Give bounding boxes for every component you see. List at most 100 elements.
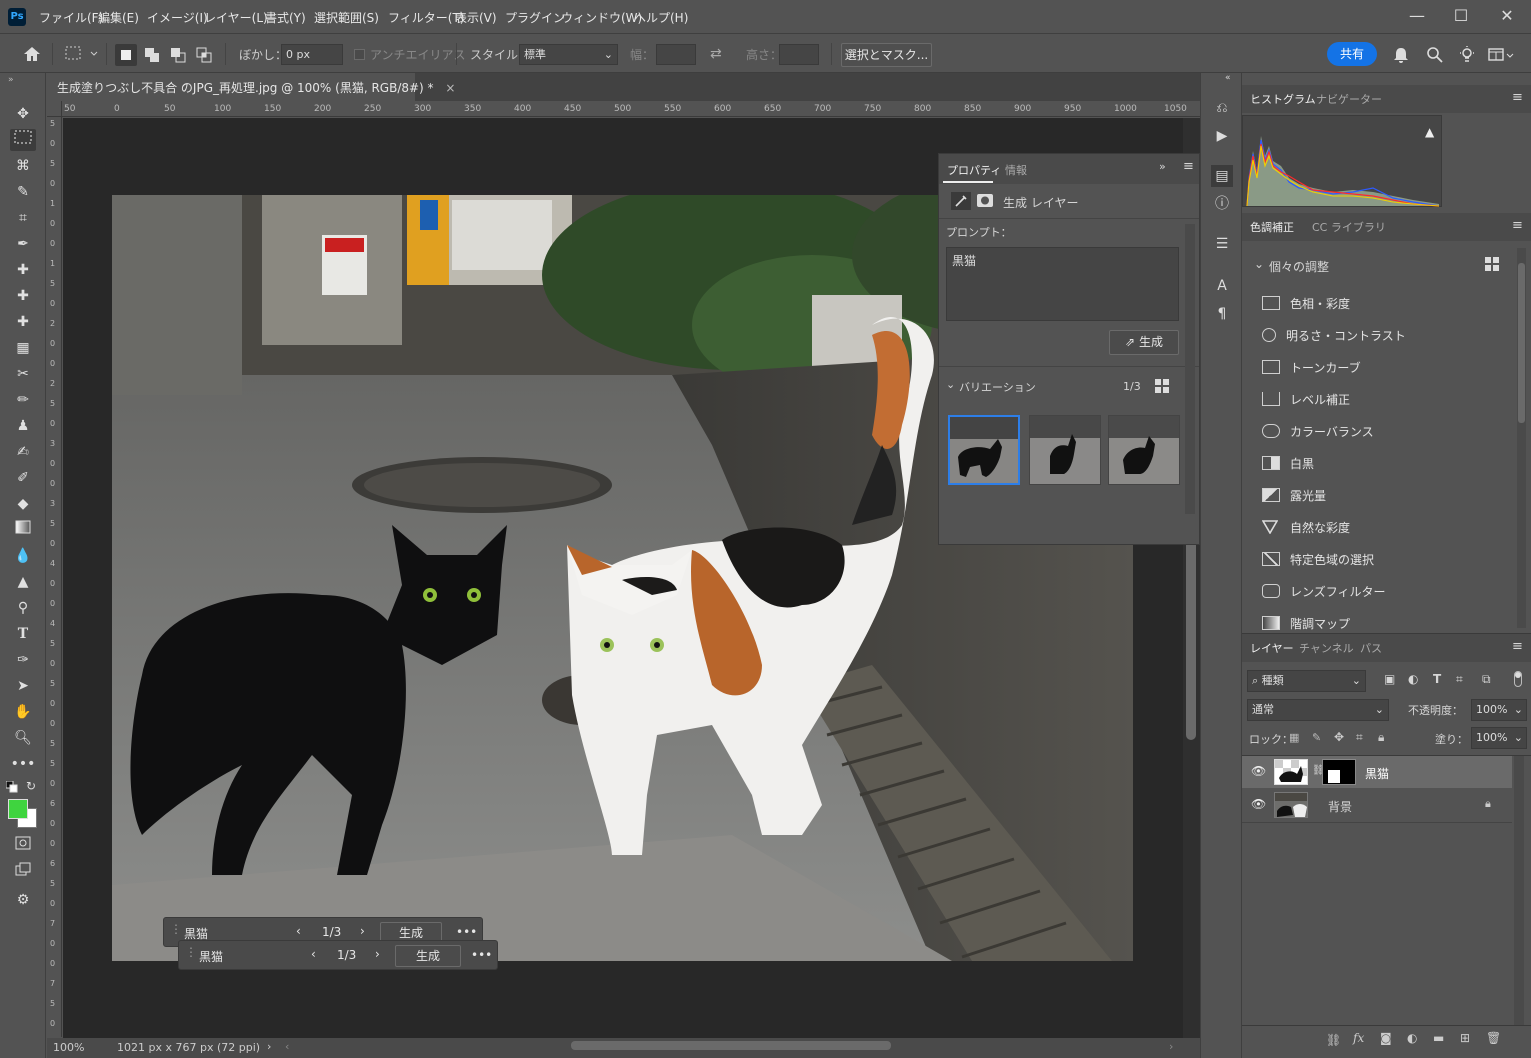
delete-layer-icon[interactable]: 🗑︎ [1486, 1031, 1501, 1045]
adjust-exposure[interactable]: 露光量 [1262, 487, 1326, 511]
sharpen-tool-icon[interactable]: ▲ [10, 571, 36, 593]
patch-tool-icon[interactable]: ✚ [10, 311, 36, 333]
lock-image-icon[interactable]: ✎ [1312, 731, 1321, 744]
previous-variation-icon[interactable]: ‹ [311, 947, 316, 961]
filter-toggle[interactable] [1514, 671, 1522, 687]
adjust-black-white[interactable]: 白黒 [1262, 455, 1314, 479]
panel-menu-icon[interactable]: ≡ [1512, 218, 1523, 233]
panel-menu-icon[interactable]: ≡ [1512, 639, 1523, 654]
maximize-button[interactable]: ☐ [1446, 5, 1476, 27]
default-colors-icon[interactable] [5, 780, 18, 793]
tab-layers[interactable]: レイヤー [1250, 640, 1294, 656]
art-history-brush-icon[interactable]: ✐ [10, 467, 36, 489]
gradient-tool-icon[interactable] [10, 519, 36, 541]
new-selection-icon[interactable] [115, 44, 137, 66]
eraser-tool-icon[interactable]: ◆ [10, 493, 36, 515]
spot-healing-brush-icon[interactable]: ✚ [10, 259, 36, 281]
lightbulb-icon[interactable] [1457, 45, 1477, 65]
horizontal-scroll-thumb[interactable] [571, 1041, 891, 1050]
generative-fill-icon[interactable]: ⚙ [10, 889, 36, 911]
blur-tool-icon[interactable]: 💧 [10, 545, 36, 567]
expand-panels-icon[interactable]: « [1225, 73, 1231, 83]
adjustments-scroll-thumb[interactable] [1518, 263, 1525, 423]
red-eye-tool-icon[interactable]: ✂ [10, 363, 36, 385]
width-input[interactable] [656, 44, 696, 65]
menu-image[interactable]: イメージ(I) [147, 9, 208, 26]
content-aware-move-icon[interactable]: ▦ [10, 337, 36, 359]
adjust-selective-color[interactable]: 特定色域の選択 [1262, 551, 1374, 575]
tab-adjustments[interactable]: 色調補正 [1250, 219, 1294, 235]
workspace-icon[interactable] [1487, 45, 1515, 65]
drag-handle-icon[interactable]: ⋮ [170, 922, 182, 936]
info-icon[interactable]: ⓘ [1211, 193, 1233, 215]
menu-help[interactable]: ヘルプ(H) [634, 9, 688, 26]
panel-menu-icon[interactable]: ≡ [1183, 159, 1194, 174]
home-icon[interactable] [21, 44, 43, 64]
tab-cc-libraries[interactable]: CC ライブラリ [1312, 219, 1386, 235]
add-mask-icon[interactable]: ◙ [1380, 1031, 1392, 1045]
grid-view-icon[interactable] [1155, 379, 1170, 394]
swap-colors-icon[interactable]: ↻ [26, 779, 36, 793]
share-button[interactable]: 共有 [1327, 42, 1377, 66]
menu-select[interactable]: 選択範囲(S) [314, 9, 379, 26]
height-input[interactable] [779, 44, 819, 65]
document-tab[interactable]: 生成塗りつぶし不具合 のJPG_再処理.jpg @ 100% (黒猫, RGB/… [47, 73, 455, 101]
variation-thumbnail-1[interactable] [948, 415, 1020, 485]
collapse-toolbar-icon[interactable]: » [8, 75, 14, 85]
previous-variation-icon[interactable]: ‹ [296, 924, 301, 938]
grid-view-icon[interactable] [1485, 257, 1499, 271]
scroll-right-icon[interactable]: › [1169, 1040, 1173, 1053]
menu-type[interactable]: 書式(Y) [265, 9, 306, 26]
dodge-tool-icon[interactable]: ⚲ [10, 597, 36, 619]
actions-play-icon[interactable]: ▶ [1211, 125, 1233, 147]
collapse-panel-icon[interactable]: » [1159, 160, 1166, 173]
history-brush-tool-icon[interactable]: ✍ [10, 441, 36, 463]
more-tools-icon[interactable]: ••• [10, 753, 36, 775]
filter-pixel-icon[interactable]: ▣ [1384, 672, 1395, 686]
visibility-eye-icon[interactable]: 👁︎ [1251, 797, 1266, 811]
adjust-levels[interactable]: レベル補正 [1262, 391, 1350, 415]
layer-name[interactable]: 黒猫 [1365, 765, 1389, 782]
next-variation-icon[interactable]: › [360, 924, 365, 938]
layer-filter-select[interactable]: ⌕ 種類 ⌄ [1247, 670, 1366, 692]
swap-dimensions-icon[interactable]: ⇄ [710, 46, 722, 62]
brush-tool-icon[interactable]: ✏ [10, 389, 36, 411]
scroll-left-icon[interactable]: ‹ [285, 1040, 289, 1053]
subtract-from-selection-icon[interactable] [167, 44, 189, 66]
zoom-tool-icon[interactable]: 🔍︎ [10, 727, 36, 749]
blend-mode-select[interactable]: 通常 ⌄ [1247, 699, 1389, 721]
healing-brush-icon[interactable]: ✚ [10, 285, 36, 307]
chevron-down-icon[interactable]: ⌄ [946, 378, 955, 391]
adjust-vibrance[interactable]: 自然な彩度 [1261, 519, 1350, 543]
adjust-photo-filter[interactable]: レンズフィルター [1262, 583, 1386, 607]
tab-paths[interactable]: パス [1360, 640, 1382, 656]
menu-window[interactable]: ウィンドウ(W) [561, 9, 642, 26]
next-variation-icon[interactable]: › [375, 947, 380, 961]
new-group-icon[interactable]: ▬ [1433, 1031, 1444, 1045]
feather-input[interactable]: 0 px [281, 44, 343, 65]
lock-transparent-icon[interactable]: ▦ [1289, 731, 1299, 744]
hand-tool-icon[interactable]: ✋ [10, 701, 36, 723]
quick-selection-tool-icon[interactable]: ✎ [10, 181, 36, 203]
tab-navigator[interactable]: ナビゲーター [1316, 91, 1382, 107]
contextual-generate-button[interactable]: 生成 [395, 945, 461, 967]
search-icon[interactable] [1425, 45, 1445, 65]
clone-stamp-tool-icon[interactable]: ♟ [10, 415, 36, 437]
close-window-button[interactable]: ✕ [1492, 5, 1522, 27]
screen-mode-icon[interactable] [10, 861, 36, 883]
tab-channels[interactable]: チャンネル [1299, 640, 1354, 656]
tab-properties[interactable]: プロパティ [947, 162, 1001, 178]
paragraph-icon[interactable]: ¶ [1211, 303, 1233, 325]
comments-icon[interactable]: ☰ [1211, 233, 1233, 255]
chevron-down-icon[interactable]: ⌄ [1254, 257, 1264, 271]
object-selection-tool-icon[interactable]: ⌘ [10, 155, 36, 177]
layer-mask-thumbnail[interactable] [1322, 759, 1356, 785]
add-to-selection-icon[interactable] [141, 44, 163, 66]
pen-tool-icon[interactable]: ✑ [10, 649, 36, 671]
variation-thumbnail-2[interactable] [1029, 415, 1101, 485]
contextual-task-bar-duplicate[interactable]: ⋮ 黒猫 ‹ 1/3 › 生成 ••• [178, 940, 498, 970]
style-select[interactable]: 標準 ⌄ [519, 44, 618, 65]
layer-name[interactable]: 背景 [1328, 798, 1352, 815]
crop-tool-icon[interactable]: ⌗ [10, 207, 36, 229]
close-tab-icon[interactable]: × [445, 81, 455, 95]
